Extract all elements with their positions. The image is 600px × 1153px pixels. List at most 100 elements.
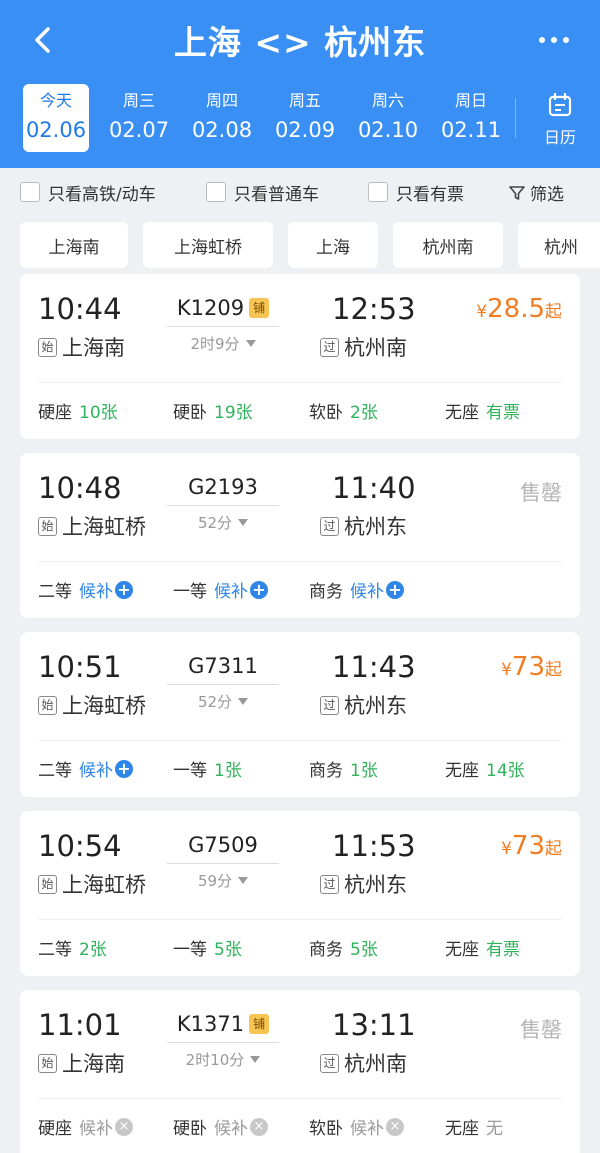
date-value: 02.09 bbox=[274, 118, 336, 142]
seat-type: 二等 2张 bbox=[38, 935, 107, 960]
more-dots-icon[interactable] bbox=[534, 24, 574, 56]
seat-type[interactable]: 二等 候补 + bbox=[38, 577, 133, 602]
calendar-icon bbox=[548, 92, 572, 117]
seat-type[interactable]: 商务 候补 + bbox=[309, 577, 404, 602]
header-bar: 上海 <> 杭州东 今天 02.06 周三 02.07 周四 02.08 周五 … bbox=[0, 0, 600, 168]
seat-name: 二等 bbox=[38, 582, 72, 602]
divider bbox=[38, 1098, 562, 1099]
high-speed-only-checkbox[interactable]: 只看高铁/动车 bbox=[20, 180, 156, 205]
duration-toggle[interactable]: 2时10分 bbox=[167, 1049, 279, 1070]
station-name: 上海虹桥 bbox=[62, 694, 146, 718]
available-only-checkbox[interactable]: 只看有票 bbox=[368, 180, 464, 205]
date-divider bbox=[515, 98, 516, 138]
train-number: G7509 bbox=[188, 833, 258, 857]
route-title[interactable]: 上海 <> 杭州东 bbox=[0, 16, 600, 64]
seat-name: 软卧 bbox=[309, 403, 343, 423]
plus-icon[interactable]: + bbox=[250, 580, 268, 599]
plus-icon[interactable]: + bbox=[115, 759, 133, 778]
departure-station: 始 上海虹桥 bbox=[38, 869, 146, 899]
origin-tag: 始 bbox=[38, 1053, 57, 1073]
route-line bbox=[167, 326, 279, 327]
arrival-station: 过 杭州东 bbox=[320, 869, 407, 899]
date-tab-today[interactable]: 今天 02.06 bbox=[23, 84, 89, 152]
train-number: G2193 bbox=[188, 475, 258, 499]
divider bbox=[38, 382, 562, 383]
price-value: 73 bbox=[511, 831, 545, 861]
duration: 2时10分 bbox=[185, 1051, 245, 1069]
seat-type: 硬座 候补 × bbox=[38, 1114, 133, 1139]
seat-count: 5张 bbox=[350, 940, 378, 960]
departure-time: 10:51 bbox=[38, 650, 122, 684]
arrival-time: 11:40 bbox=[332, 471, 416, 505]
departure-station: 始 上海虹桥 bbox=[38, 690, 146, 720]
seat-name: 硬座 bbox=[38, 403, 72, 423]
seat-name: 一等 bbox=[173, 582, 207, 602]
date-tab[interactable]: 周五 02.09 bbox=[272, 84, 338, 152]
seat-count: 候补 bbox=[350, 1119, 384, 1139]
seat-type: 无座 14张 bbox=[445, 756, 525, 781]
plus-icon[interactable]: + bbox=[115, 580, 133, 599]
duration-toggle[interactable]: 2时9分 bbox=[167, 333, 279, 354]
price-value: 28.5 bbox=[487, 294, 545, 324]
seat-count: 候补 bbox=[350, 582, 384, 602]
route-line bbox=[167, 505, 279, 506]
duration-toggle[interactable]: 52分 bbox=[167, 691, 279, 712]
train-info: G2193 52分 bbox=[167, 475, 279, 533]
date-value: 02.08 bbox=[191, 118, 253, 142]
duration-toggle[interactable]: 52分 bbox=[167, 512, 279, 533]
train-card[interactable]: 10:44 始 上海南 K1209 铺 2时9分 12:53 过 杭州南 ¥28.… bbox=[20, 274, 580, 439]
seat-type[interactable]: 一等 候补 + bbox=[173, 577, 268, 602]
regular-only-checkbox[interactable]: 只看普通车 bbox=[206, 180, 319, 205]
station-chip[interactable]: 上海 bbox=[288, 222, 378, 268]
route-line bbox=[167, 684, 279, 685]
station-chip[interactable]: 上海虹桥 bbox=[143, 222, 273, 268]
date-tab[interactable]: 周六 02.10 bbox=[355, 84, 421, 152]
date-week: 周三 bbox=[122, 91, 155, 110]
seat-type: 无座无 bbox=[445, 1114, 503, 1139]
price-currency: ¥ bbox=[501, 839, 512, 859]
train-number: K1371 bbox=[176, 1012, 245, 1036]
passing-tag: 过 bbox=[320, 516, 339, 536]
calendar-button[interactable]: 日历 bbox=[534, 92, 586, 148]
train-card[interactable]: 10:51 始 上海虹桥 G7311 52分 11:43 过 杭州东 ¥73 起 … bbox=[20, 632, 580, 797]
seat-name: 硬卧 bbox=[173, 403, 207, 423]
seat-name: 无座 bbox=[445, 1119, 479, 1139]
train-card[interactable]: 11:01 始 上海南 K1371 铺 2时10分 13:11 过 杭州南 售罄 … bbox=[20, 990, 580, 1153]
departure-station: 始 上海南 bbox=[38, 332, 125, 362]
seat-count: 14张 bbox=[486, 761, 525, 781]
train-card[interactable]: 10:54 始 上海虹桥 G7509 59分 11:53 过 杭州东 ¥73 起 … bbox=[20, 811, 580, 976]
route-line bbox=[167, 1042, 279, 1043]
seat-type[interactable]: 二等 候补 + bbox=[38, 756, 133, 781]
arrival-station: 过 杭州南 bbox=[320, 332, 407, 362]
station-chip[interactable]: 杭州南 bbox=[393, 222, 503, 268]
departure-time: 11:01 bbox=[38, 1008, 122, 1042]
seat-count: 候补 bbox=[79, 582, 113, 602]
station-name: 杭州东 bbox=[344, 694, 407, 718]
price-currency: ¥ bbox=[476, 302, 488, 322]
train-card[interactable]: 10:48 始 上海虹桥 G2193 52分 11:40 过 杭州东 售罄 二等… bbox=[20, 453, 580, 618]
seat-name: 无座 bbox=[445, 940, 479, 960]
station-name: 杭州南 bbox=[344, 336, 407, 360]
departure-station: 始 上海虹桥 bbox=[38, 511, 146, 541]
arrival-time: 11:43 bbox=[332, 650, 416, 684]
date-tab[interactable]: 周三 02.07 bbox=[106, 84, 172, 152]
seat-count: 候补 bbox=[79, 1119, 113, 1139]
price-value: 73 bbox=[511, 652, 545, 682]
filter-button[interactable]: 筛选 bbox=[508, 180, 564, 205]
seat-type: 无座 有票 bbox=[445, 398, 520, 423]
filter-label: 筛选 bbox=[530, 185, 564, 205]
station-chip[interactable]: 杭州 bbox=[518, 222, 600, 268]
seat-type: 商务 5张 bbox=[309, 935, 378, 960]
date-week: 周四 bbox=[205, 91, 238, 110]
date-value: 02.10 bbox=[357, 118, 419, 142]
divider bbox=[38, 740, 562, 741]
funnel-icon bbox=[509, 185, 525, 200]
price-suffix: 起 bbox=[545, 302, 562, 322]
station-chip[interactable]: 上海南 bbox=[20, 222, 128, 268]
date-tab[interactable]: 周四 02.08 bbox=[189, 84, 255, 152]
date-tab[interactable]: 周日 02.11 bbox=[438, 84, 504, 152]
seat-count: 19张 bbox=[214, 403, 253, 423]
duration-toggle[interactable]: 59分 bbox=[167, 870, 279, 891]
plus-icon[interactable]: + bbox=[386, 580, 404, 599]
seat-name: 一等 bbox=[173, 761, 207, 781]
